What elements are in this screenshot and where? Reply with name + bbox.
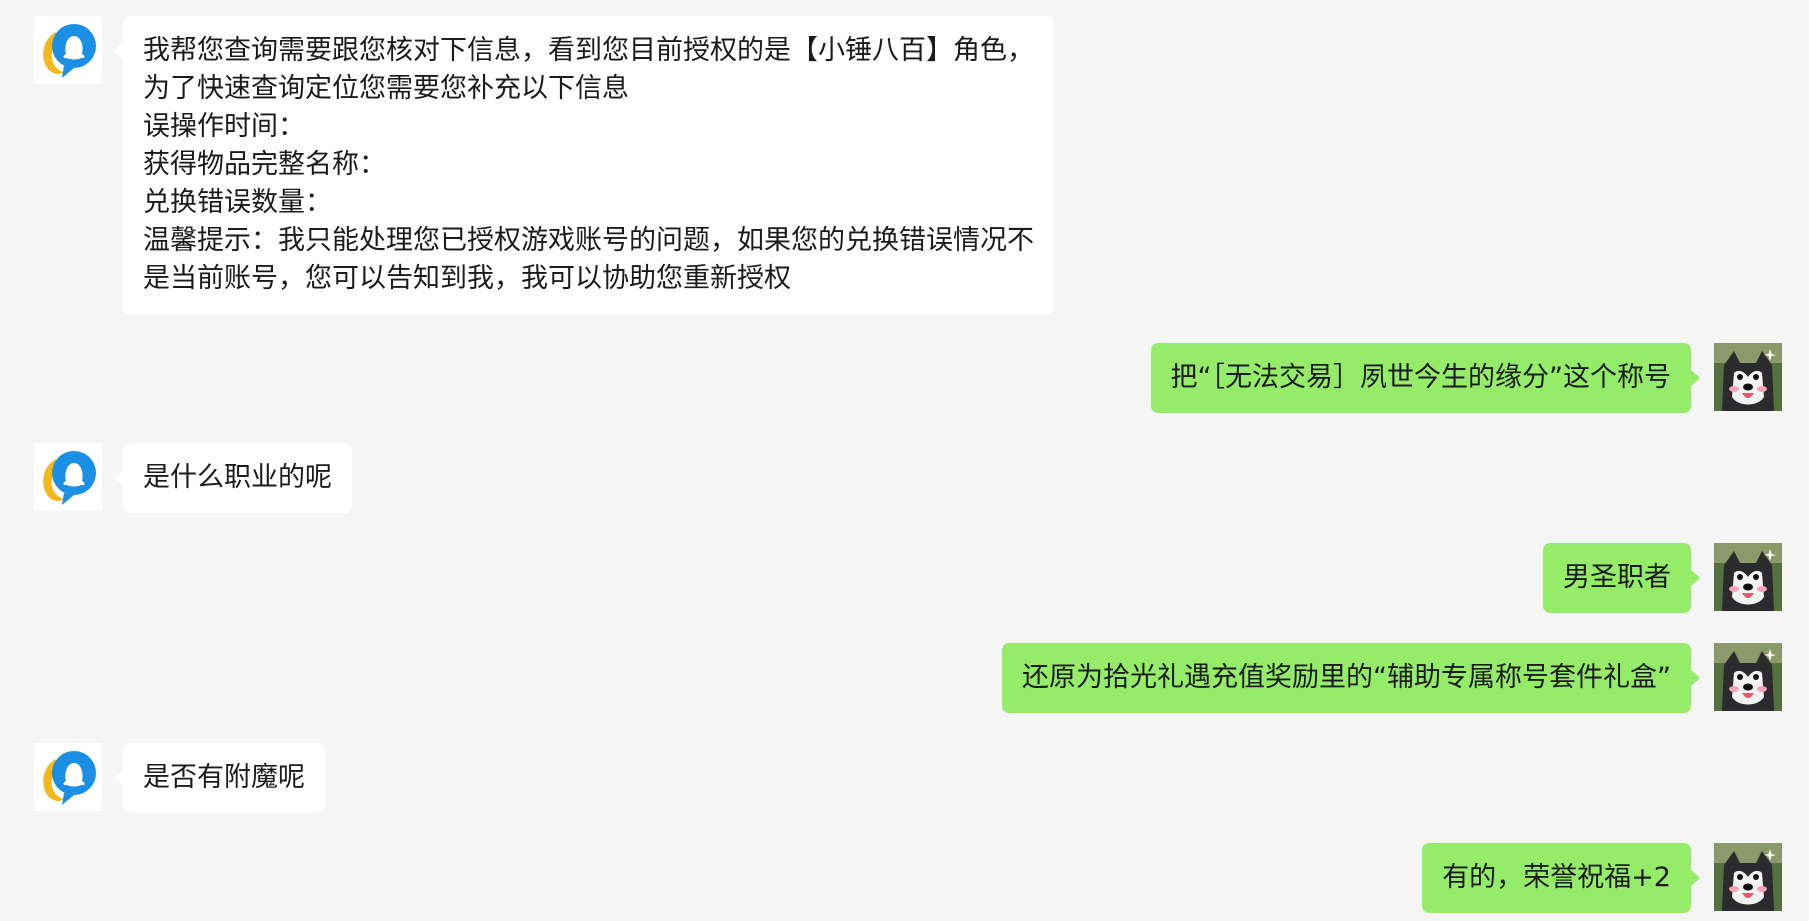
chat-message-list[interactable]: 我帮您查询需要跟您核对下信息，看到您目前授权的是【小锤八百】角色， 为了快速查询… (0, 0, 1809, 921)
user-message-bubble: 男圣职者 (1543, 543, 1700, 613)
message-text: 男圣职者 (1563, 562, 1671, 593)
message-line: 兑换错误数量： (143, 187, 332, 218)
agent-avatar[interactable] (34, 16, 102, 84)
message-line: 获得物品完整名称： (143, 149, 386, 180)
message-text: 是什么职业的呢 (143, 462, 332, 493)
message-line: 误操作时间： (143, 111, 305, 142)
message-text: 有的，荣誉祝福+2 (1442, 862, 1671, 893)
husky-dog-avatar (1714, 843, 1782, 911)
qq-service-icon (34, 743, 102, 811)
message-text: 把“［无法交易］夙世今生的缘分”这个称号 (1170, 362, 1671, 393)
agent-avatar[interactable] (34, 743, 102, 811)
husky-dog-avatar (1714, 643, 1782, 711)
agent-message-bubble: 我帮您查询需要跟您核对下信息，看到您目前授权的是【小锤八百】角色， 为了快速查询… (114, 16, 1054, 314)
user-avatar[interactable] (1714, 343, 1782, 411)
husky-dog-avatar (1714, 343, 1782, 411)
user-message-bubble: 把“［无法交易］夙世今生的缘分”这个称号 (1150, 343, 1701, 413)
user-avatar[interactable] (1714, 543, 1782, 611)
agent-message-bubble: 是否有附魔呢 (114, 743, 325, 813)
message-text: 是否有附魔呢 (143, 762, 305, 793)
user-message-bubble: 还原为拾光礼遇充值奖励里的“辅助专属称号套件礼盒” (1002, 643, 1700, 713)
message-line: 我帮您查询需要跟您核对下信息，看到您目前授权的是【小锤八百】角色， (143, 35, 1034, 66)
user-message-bubble: 有的，荣誉祝福+2 (1422, 843, 1700, 913)
message-line: 是当前账号，您可以告知到我，我可以协助您重新授权 (143, 263, 791, 294)
husky-dog-avatar (1714, 543, 1782, 611)
agent-avatar[interactable] (34, 443, 102, 511)
user-avatar[interactable] (1714, 643, 1782, 711)
user-avatar[interactable] (1714, 843, 1782, 911)
message-text: 还原为拾光礼遇充值奖励里的“辅助专属称号套件礼盒” (1022, 662, 1671, 693)
message-line: 温馨提示：我只能处理您已授权游戏账号的问题，如果您的兑换错误情况不 (143, 225, 1034, 256)
qq-service-icon (34, 16, 102, 84)
qq-service-icon (34, 443, 102, 511)
agent-message-bubble: 是什么职业的呢 (114, 443, 352, 513)
message-line: 为了快速查询定位您需要您补充以下信息 (143, 73, 629, 104)
